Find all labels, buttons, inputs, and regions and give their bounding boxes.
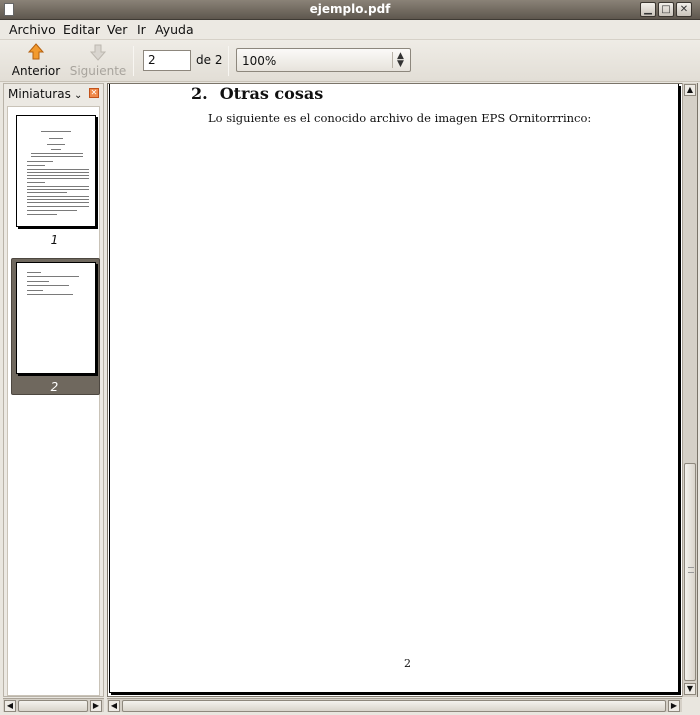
- maximize-icon: □: [661, 4, 671, 15]
- updown-chevron-icon: ▲ ▼: [397, 51, 404, 69]
- page-thumbnail-2[interactable]: [16, 262, 96, 374]
- toolbar-separator: [228, 46, 229, 76]
- window-title: ejemplo.pdf: [309, 2, 391, 16]
- pdf-page: 2. Otras cosas Lo siguiente es el conocid…: [109, 84, 679, 693]
- zoom-select[interactable]: 100% ▲ ▼: [236, 48, 411, 72]
- chevron-down-icon: ▼: [686, 684, 694, 693]
- horizontal-scroll-thumb[interactable]: [18, 700, 88, 712]
- sidebar-horizontal-scrollbar[interactable]: ◀ ▶: [3, 698, 104, 712]
- scroll-right-button[interactable]: ▶: [668, 700, 680, 712]
- sidebar-title: Miniaturas: [8, 87, 71, 101]
- page-count-label: de 2: [196, 53, 223, 67]
- vertical-scrollbar[interactable]: ▲ ▼: [682, 83, 697, 697]
- title-bar: ejemplo.pdf ▁ □ ✕: [0, 0, 700, 20]
- close-icon: ✕: [90, 88, 98, 97]
- section-title: Otras cosas: [219, 84, 324, 103]
- document-horizontal-scrollbar[interactable]: ◀ ▶: [107, 698, 682, 712]
- sidebar-close-button[interactable]: ✕: [89, 88, 99, 98]
- chevron-right-icon: ▶: [670, 701, 678, 710]
- sidebar-selector[interactable]: Miniaturas ⌄: [8, 87, 82, 101]
- close-icon: ✕: [679, 4, 689, 15]
- next-page-button[interactable]: Siguiente: [68, 42, 128, 80]
- chevron-left-icon: ◀: [6, 701, 14, 710]
- scroll-right-button[interactable]: ▶: [90, 700, 102, 712]
- thumbnail-label-1: 1: [50, 233, 59, 247]
- thumbnail-label-2: 2: [50, 380, 59, 394]
- menu-archivo[interactable]: Archivo: [9, 22, 56, 37]
- menu-ayuda[interactable]: Ayuda: [155, 22, 194, 37]
- zoom-value: 100%: [242, 54, 277, 68]
- previous-page-label: Anterior: [11, 64, 61, 78]
- section-number: 2.: [191, 84, 208, 103]
- arrow-up-icon: [27, 43, 45, 60]
- document-view[interactable]: 2. Otras cosas Lo siguiente es el conocid…: [107, 83, 698, 697]
- menu-bar: Archivo Editar Ver Ir Ayuda: [0, 20, 700, 40]
- thumbnail-list: 1 2: [7, 106, 100, 696]
- scroll-up-button[interactable]: ▲: [684, 84, 696, 96]
- close-window-button[interactable]: ✕: [676, 2, 692, 17]
- previous-page-button[interactable]: Anterior: [8, 42, 64, 80]
- chevron-up-icon: ▲: [686, 85, 694, 94]
- scroll-down-button[interactable]: ▼: [684, 683, 696, 695]
- chevron-right-icon: ▶: [92, 701, 100, 710]
- next-page-label: Siguiente: [69, 64, 127, 78]
- menu-ir[interactable]: Ir: [137, 22, 146, 37]
- menu-ver[interactable]: Ver: [107, 22, 127, 37]
- vertical-scroll-thumb[interactable]: [684, 463, 696, 681]
- page-thumbnail-1[interactable]: [16, 115, 96, 227]
- page-number-input[interactable]: 2: [143, 50, 191, 71]
- arrow-down-icon: [89, 44, 107, 61]
- toolbar-separator: [133, 46, 134, 76]
- section-heading: 2. Otras cosas: [191, 84, 323, 103]
- minimize-button[interactable]: ▁: [640, 2, 656, 17]
- scroll-left-button[interactable]: ◀: [4, 700, 16, 712]
- page-footer-number: 2: [404, 657, 411, 670]
- horizontal-scroll-thumb[interactable]: [122, 700, 666, 712]
- paragraph: Lo siguiente es el conocido archivo de i…: [208, 111, 592, 125]
- sidebar: Miniaturas ⌄ ✕ 1 2: [3, 83, 104, 697]
- chevron-left-icon: ◀: [110, 701, 118, 710]
- scroll-left-button[interactable]: ◀: [108, 700, 120, 712]
- menu-editar[interactable]: Editar: [63, 22, 100, 37]
- chevron-down-icon: ⌄: [70, 90, 83, 101]
- maximize-button[interactable]: □: [658, 2, 674, 17]
- minimize-icon: ▁: [644, 4, 652, 15]
